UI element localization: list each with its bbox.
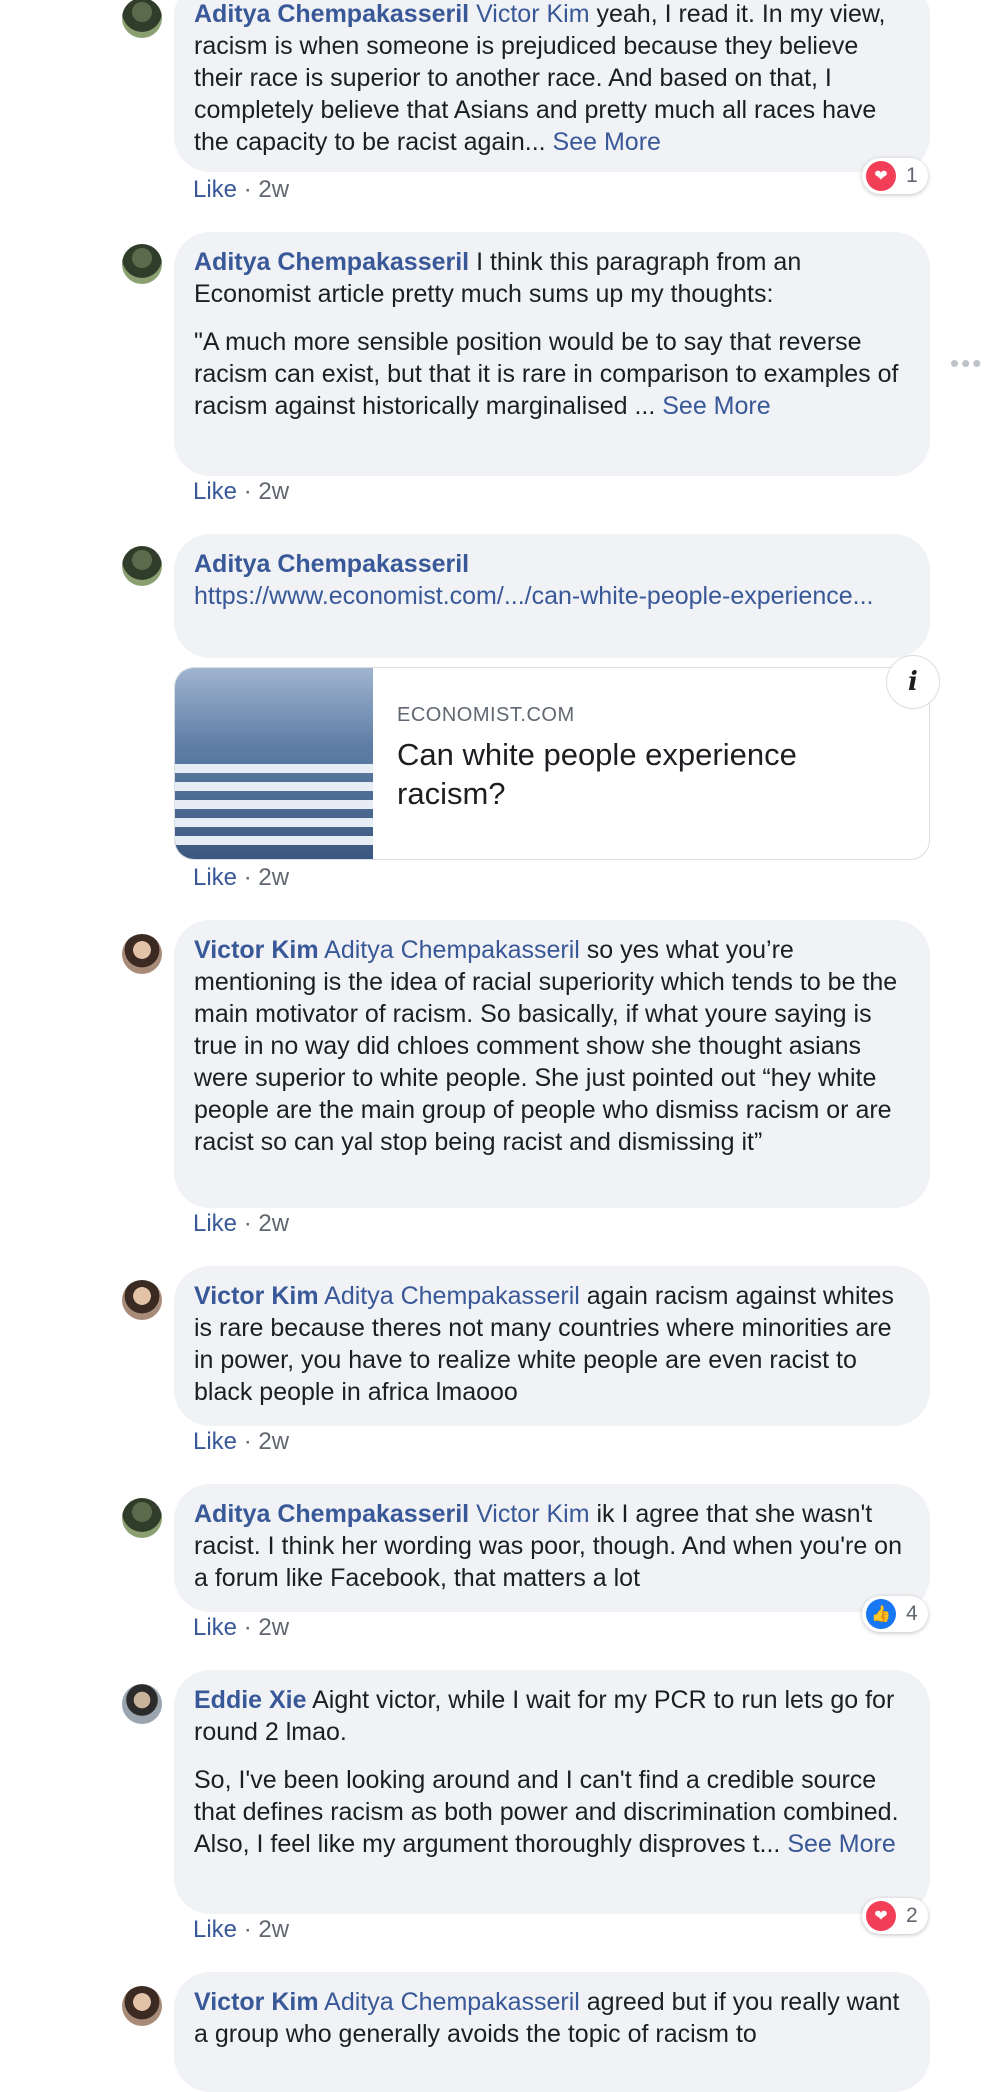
like-button[interactable]: Like (193, 176, 237, 203)
comment-meta: Like · 2w (193, 1916, 289, 1944)
avatar[interactable] (122, 1986, 162, 2026)
comment-bubble: Victor Kim Aditya Chempakasseril agreed … (174, 1972, 930, 2092)
reaction-count: 4 (906, 1602, 918, 1625)
preview-title[interactable]: Can white people experience racism? (397, 735, 905, 813)
separator: · (237, 864, 259, 891)
reaction-count: 1 (906, 164, 918, 187)
comment-text: https://www.economist.com/.../can-white-… (194, 580, 910, 612)
avatar[interactable] (122, 934, 162, 974)
separator: · (237, 1210, 259, 1237)
author-name[interactable]: Aditya Chempakasseril (194, 248, 469, 276)
timestamp[interactable]: 2w (258, 864, 289, 891)
author-name[interactable]: Aditya Chempakasseril (194, 0, 469, 28)
comment-text: So, I've been looking around and I can't… (194, 1764, 910, 1860)
comment-text: Victor Kim Aditya Chempakasseril agreed … (194, 1986, 910, 2050)
comment-bubble: Aditya Chempakasseril https://www.econom… (174, 534, 930, 658)
avatar[interactable] (122, 1280, 162, 1320)
comment-text: Aditya Chempakasseril (194, 548, 910, 580)
see-more-link[interactable]: See More (553, 128, 661, 156)
comment-text: Eddie Xie Aight victor, while I wait for… (194, 1684, 910, 1748)
mention-link[interactable]: Victor Kim (476, 1500, 589, 1528)
thumbs-up-icon: 👍 (866, 1599, 896, 1629)
see-more-link[interactable]: See More (787, 1830, 895, 1858)
avatar[interactable] (122, 1684, 162, 1724)
info-icon[interactable]: i (886, 655, 940, 709)
avatar[interactable] (122, 1498, 162, 1538)
comment-text: Aditya Chempakasseril Victor Kim yeah, I… (194, 0, 910, 158)
mention-link[interactable]: Aditya Chempakasseril (324, 1988, 580, 2016)
comment-text: Aditya Chempakasseril I think this parag… (194, 246, 910, 310)
author-name[interactable]: Aditya Chempakasseril (194, 1500, 469, 1528)
comment-body: "A much more sensible position would be … (194, 328, 899, 420)
comment-meta: Like · 2w (193, 1210, 289, 1238)
comment-bubble: Victor Kim Aditya Chempakasseril again r… (174, 1266, 930, 1426)
author-name[interactable]: Victor Kim (194, 1282, 319, 1310)
more-options-button[interactable]: ••• (950, 348, 983, 379)
mention-link[interactable]: Aditya Chempakasseril (324, 1282, 580, 1310)
comment-text: Victor Kim Aditya Chempakasseril so yes … (194, 934, 910, 1158)
author-name[interactable]: Victor Kim (194, 936, 319, 964)
mention-link[interactable]: Victor Kim (476, 0, 589, 28)
timestamp[interactable]: 2w (258, 1428, 289, 1455)
mention-link[interactable]: Aditya Chempakasseril (324, 936, 580, 964)
comment-text: "A much more sensible position would be … (194, 326, 910, 422)
link-preview-card[interactable]: ECONOMIST.COM Can white people experienc… (174, 667, 930, 860)
timestamp[interactable]: 2w (258, 1916, 289, 1943)
like-button[interactable]: Like (193, 1210, 237, 1237)
comment-meta: Like · 2w (193, 1428, 289, 1456)
heart-icon: ❤ (866, 161, 896, 191)
timestamp[interactable]: 2w (258, 478, 289, 505)
separator: · (237, 1614, 259, 1641)
comment-meta: Like · 2w (193, 864, 289, 892)
reaction-count: 2 (906, 1904, 918, 1927)
comment-bubble: Aditya Chempakasseril Victor Kim ik I ag… (174, 1484, 930, 1612)
avatar[interactable] (122, 546, 162, 586)
author-name[interactable]: Aditya Chempakasseril (194, 550, 469, 578)
timestamp[interactable]: 2w (258, 176, 289, 203)
separator: · (237, 176, 259, 203)
timestamp[interactable]: 2w (258, 1614, 289, 1641)
separator: · (237, 478, 259, 505)
avatar[interactable] (122, 0, 162, 38)
url-link[interactable]: https://www.economist.com/.../can-white-… (194, 582, 873, 610)
like-button[interactable]: Like (193, 1428, 237, 1455)
preview-source: ECONOMIST.COM (397, 704, 575, 726)
comment-bubble: Aditya Chempakasseril I think this parag… (174, 232, 930, 476)
comment-body: so yes what you’re mentioning is the ide… (194, 936, 898, 1156)
like-button[interactable]: Like (193, 478, 237, 505)
reaction-badge[interactable]: ❤ 1 (862, 158, 928, 194)
heart-icon: ❤ (866, 1901, 896, 1931)
comment-bubble: Victor Kim Aditya Chempakasseril so yes … (174, 920, 930, 1208)
like-button[interactable]: Like (193, 1916, 237, 1943)
separator: · (237, 1428, 259, 1455)
author-name[interactable]: Eddie Xie (194, 1686, 307, 1714)
like-button[interactable]: Like (193, 864, 237, 891)
comment-text: Aditya Chempakasseril Victor Kim ik I ag… (194, 1498, 910, 1594)
author-name[interactable]: Victor Kim (194, 1988, 319, 2016)
comment-text: Victor Kim Aditya Chempakasseril again r… (194, 1280, 910, 1408)
preview-image (175, 668, 373, 859)
reaction-badge[interactable]: ❤ 2 (862, 1898, 928, 1934)
comment-bubble: Aditya Chempakasseril Victor Kim yeah, I… (174, 0, 930, 172)
comment-meta: Like · 2w (193, 478, 289, 506)
see-more-link[interactable]: See More (662, 392, 770, 420)
comment-meta: Like · 2w (193, 176, 289, 204)
reaction-badge[interactable]: 👍 4 (862, 1596, 928, 1632)
comment-bubble: Eddie Xie Aight victor, while I wait for… (174, 1670, 930, 1914)
like-button[interactable]: Like (193, 1614, 237, 1641)
separator: · (237, 1916, 259, 1943)
comment-meta: Like · 2w (193, 1614, 289, 1642)
avatar[interactable] (122, 244, 162, 284)
timestamp[interactable]: 2w (258, 1210, 289, 1237)
